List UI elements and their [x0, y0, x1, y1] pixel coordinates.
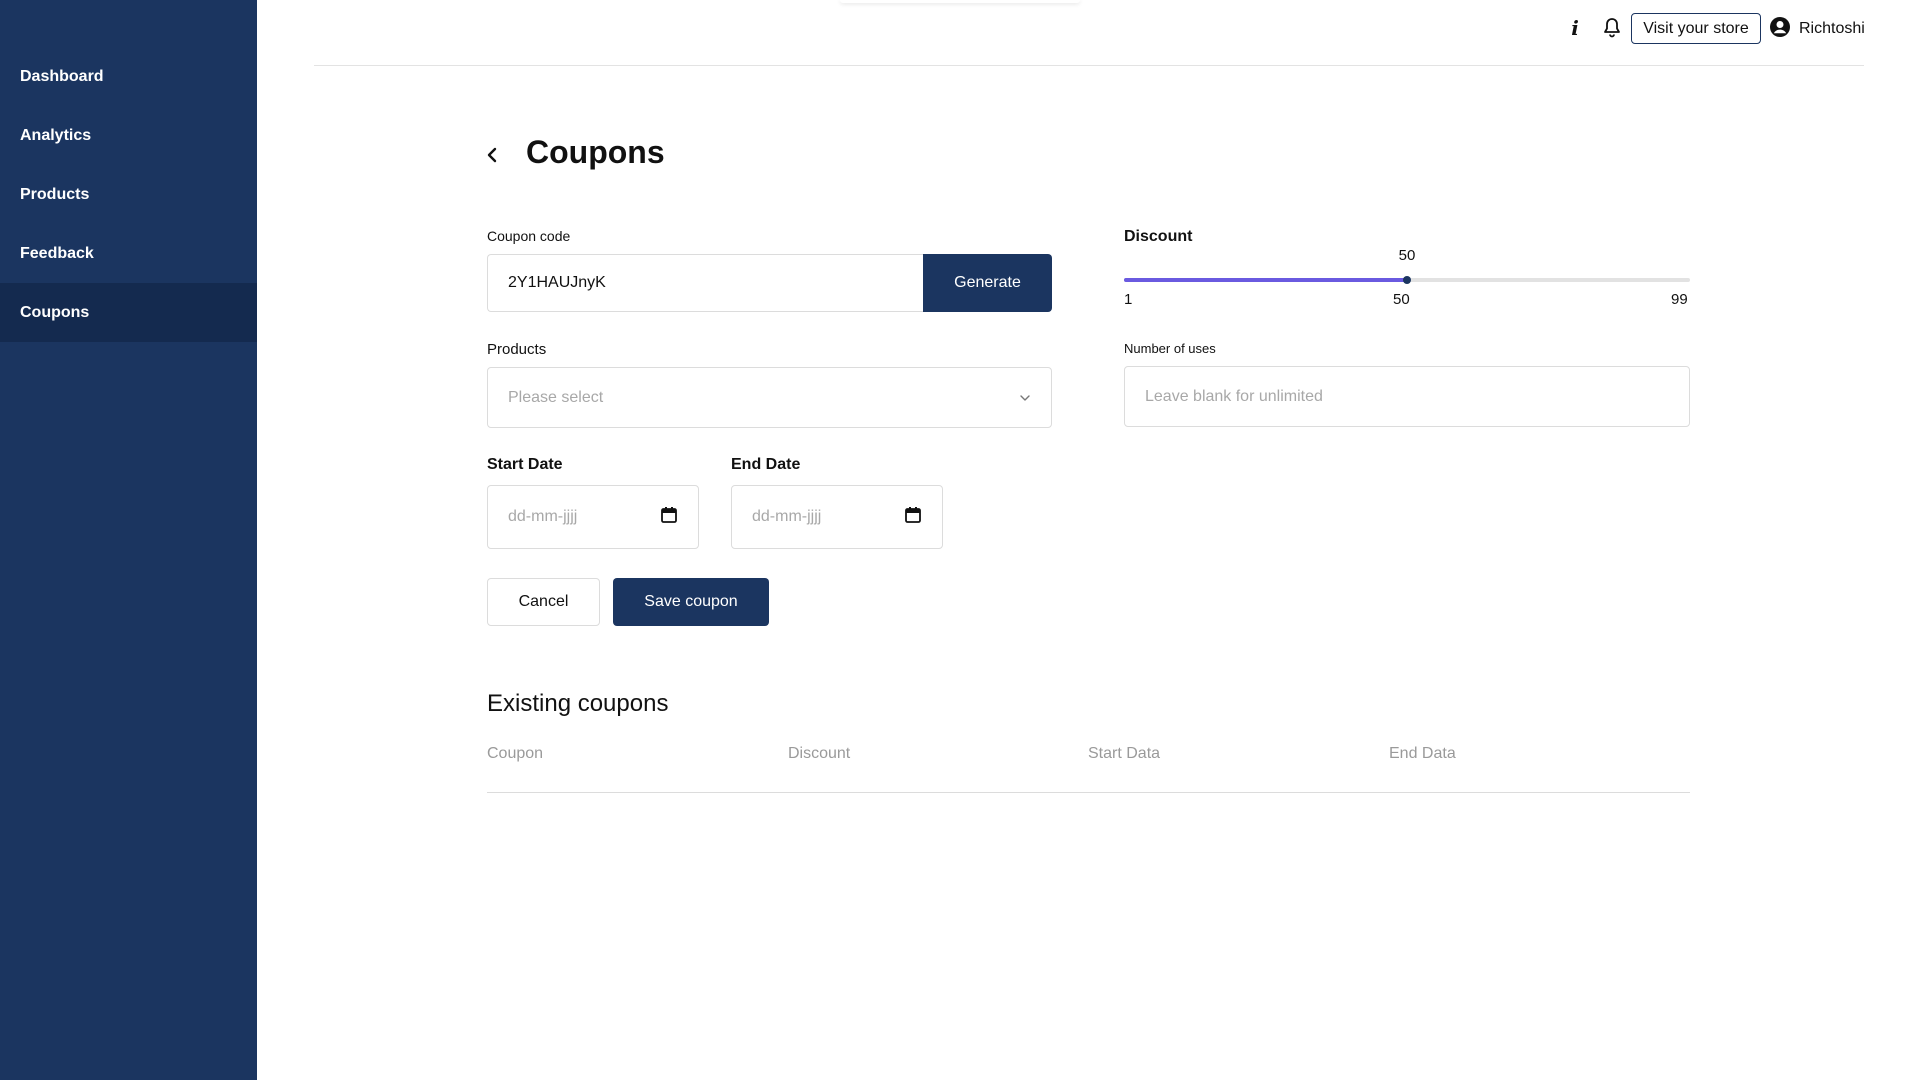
- top-notch: [840, 0, 1080, 3]
- discount-current-value: 50: [1398, 247, 1416, 264]
- save-coupon-button[interactable]: Save coupon: [613, 578, 769, 626]
- coupon-code-label: Coupon code: [487, 228, 571, 244]
- visit-store-button[interactable]: Visit your store: [1631, 13, 1761, 44]
- bell-icon[interactable]: [1600, 16, 1624, 40]
- table-divider: [487, 792, 1690, 793]
- discount-slider[interactable]: [1124, 276, 1690, 284]
- products-label: Products: [487, 341, 547, 358]
- chevron-left-icon[interactable]: [484, 144, 500, 166]
- header-divider: [314, 65, 1864, 66]
- sidebar-item-label: Products: [20, 185, 90, 203]
- sidebar-item-label: Coupons: [20, 303, 90, 321]
- sidebar-item-feedback[interactable]: Feedback: [0, 224, 257, 283]
- user-circle-icon: [1769, 16, 1791, 43]
- calendar-icon[interactable]: [904, 506, 922, 529]
- sidebar: Dashboard Analytics Products Feedback Co…: [0, 0, 257, 1080]
- discount-mid-label: 50: [1393, 291, 1410, 308]
- cancel-button[interactable]: Cancel: [487, 578, 600, 626]
- page-title: Coupons: [526, 134, 665, 170]
- sidebar-item-dashboard[interactable]: Dashboard: [0, 47, 257, 106]
- sidebar-item-coupons[interactable]: Coupons: [0, 283, 257, 342]
- discount-label: Discount: [1124, 228, 1193, 245]
- discount-max-label: 99: [1671, 291, 1688, 308]
- column-header-start-data: Start Data: [1088, 745, 1161, 762]
- number-of-uses-label: Number of uses: [1124, 341, 1216, 356]
- column-header-discount: Discount: [788, 745, 851, 762]
- discount-slider-thumb[interactable]: [1403, 276, 1411, 284]
- end-date-placeholder: dd-mm-jjjj: [752, 508, 822, 525]
- end-date-label: End Date: [731, 456, 801, 473]
- coupon-code-input[interactable]: [487, 254, 924, 312]
- sidebar-item-label: Analytics: [20, 126, 92, 144]
- number-of-uses-input[interactable]: [1124, 366, 1690, 427]
- start-date-placeholder: dd-mm-jjjj: [508, 508, 578, 525]
- chevron-down-icon: [1019, 389, 1031, 407]
- start-date-label: Start Date: [487, 456, 563, 473]
- discount-min-label: 1: [1124, 291, 1133, 308]
- products-select[interactable]: Please select: [487, 367, 1052, 428]
- sidebar-item-analytics[interactable]: Analytics: [0, 106, 257, 165]
- generate-button[interactable]: Generate: [923, 254, 1052, 312]
- calendar-icon[interactable]: [660, 506, 678, 529]
- end-date-input[interactable]: dd-mm-jjjj: [731, 485, 943, 549]
- sidebar-item-products[interactable]: Products: [0, 165, 257, 224]
- user-name: Richtoshi: [1799, 20, 1865, 37]
- discount-slider-fill: [1124, 278, 1407, 282]
- column-header-end-data: End Data: [1389, 745, 1456, 762]
- info-icon[interactable]: i: [1567, 16, 1583, 40]
- user-menu[interactable]: Richtoshi: [1769, 16, 1865, 43]
- sidebar-item-label: Feedback: [20, 244, 94, 262]
- start-date-input[interactable]: dd-mm-jjjj: [487, 485, 699, 549]
- products-placeholder: Please select: [508, 388, 604, 406]
- column-header-coupon: Coupon: [487, 745, 544, 762]
- existing-coupons-title: Existing coupons: [487, 690, 669, 717]
- sidebar-item-label: Dashboard: [20, 67, 104, 85]
